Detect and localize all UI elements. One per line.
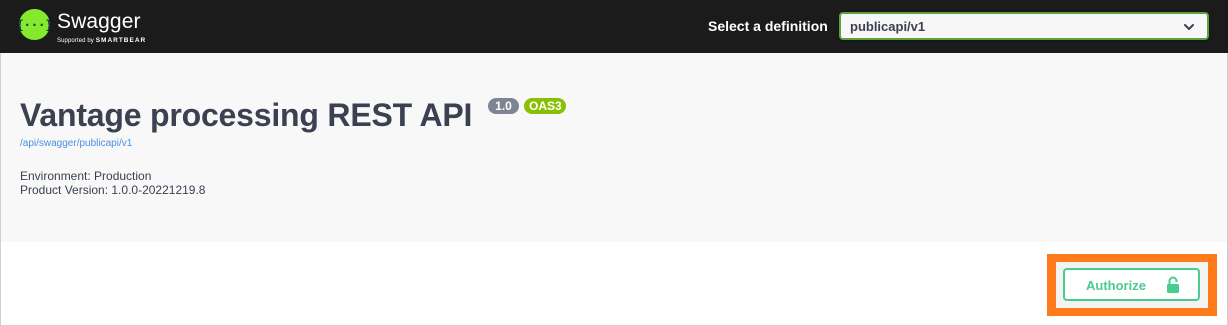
logo-name: Swagger (57, 10, 141, 33)
top-bar: {···} Swagger Supported by SMARTBEAR Sel… (0, 0, 1228, 53)
definition-select-value: publicapi/v1 (850, 19, 926, 34)
authorize-button[interactable]: Authorize (1063, 268, 1200, 301)
definition-select[interactable]: publicapi/v1 (839, 12, 1209, 40)
oas-badge: OAS3 (524, 98, 566, 114)
spec-url-link[interactable]: /api/swagger/publicapi/v1 (20, 138, 132, 149)
swagger-logo-icon: {···} (19, 9, 50, 40)
chevron-down-icon (1184, 24, 1194, 30)
swagger-logo[interactable]: {···} Swagger Supported by SMARTBEAR (19, 9, 169, 49)
product-version-text: Product Version: 1.0.0-20221219.8 (20, 183, 206, 197)
authorize-label: Authorize (1086, 278, 1146, 293)
svg-text:{···}: {···} (19, 18, 50, 32)
scheme-container (0, 242, 1228, 325)
definition-label: Select a definition (708, 18, 828, 34)
logo-tagline: Supported by SMARTBEAR (57, 37, 146, 44)
unlock-icon (1167, 276, 1179, 293)
api-description: Environment: Production Product Version:… (20, 169, 205, 197)
logo-tag-brand: SMARTBEAR (95, 37, 147, 44)
api-info-section: Vantage processing REST API 1.0 OAS3 /ap… (0, 53, 1228, 242)
version-badge: 1.0 (488, 98, 519, 114)
logo-tag-prefix: Supported by (57, 38, 94, 44)
environment-text: Environment: Production (20, 169, 152, 183)
page-title: Vantage processing REST API (20, 97, 473, 133)
